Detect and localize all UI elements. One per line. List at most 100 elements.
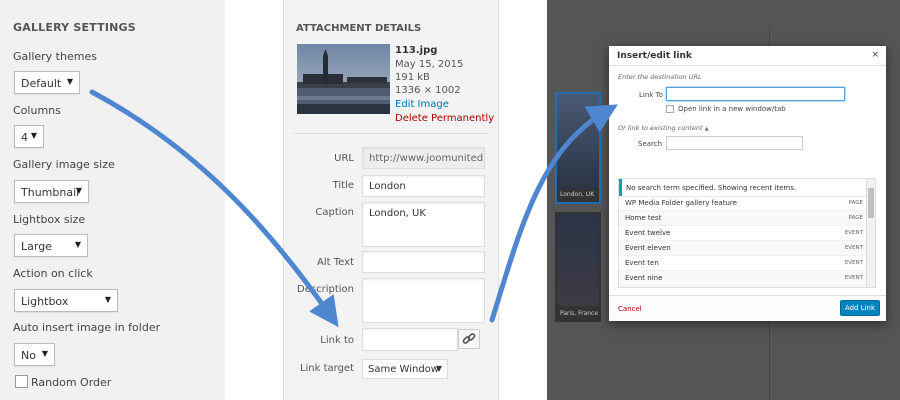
search-input[interactable] (666, 136, 803, 150)
gallery-image-size-label: Gallery image size (13, 158, 115, 171)
dropdown-arrow-icon: ▼ (74, 240, 81, 249)
list-item[interactable]: WP Media Folder gallery feature PAGE (619, 196, 867, 211)
attachment-details-title: ATTACHMENT DETAILS (296, 23, 422, 34)
list-item[interactable]: Event nine EVENT (619, 271, 867, 286)
item-type: EVENT (844, 275, 863, 281)
new-tab-checkbox[interactable] (666, 105, 674, 113)
link-to-label: Link to (320, 335, 354, 346)
auto-insert-label: Auto insert image in folder (13, 321, 161, 334)
item-type: EVENT (844, 230, 863, 236)
gallery-themes-select[interactable]: Default ▼ (14, 71, 80, 94)
london-thumbnail-image (297, 44, 390, 114)
link-url-input[interactable] (666, 87, 845, 101)
gallery-image-size-select[interactable]: Thumbnail ▼ (14, 180, 89, 203)
insert-link-screen: London, UK Paris, France Insert/edit lin… (547, 0, 900, 400)
title-label: Title (332, 180, 354, 191)
london-image (557, 94, 599, 189)
london-caption: London, UK (560, 191, 595, 198)
cancel-link[interactable]: Cancel (618, 305, 642, 313)
attachment-date: May 15, 2015 (395, 59, 464, 70)
insert-link-dialog: Insert/edit link × Enter the destination… (609, 46, 886, 321)
url-label: URL (334, 153, 354, 164)
auto-insert-select[interactable]: No ▼ (14, 343, 55, 366)
divider (294, 133, 489, 134)
action-on-click-value: Lightbox (21, 295, 69, 308)
dropdown-arrow-icon: ▼ (435, 364, 442, 373)
existing-content-label: Or link to existing content (618, 124, 703, 132)
columns-label: Columns (13, 104, 61, 117)
recent-items-list: No search term specified. Showing recent… (618, 178, 876, 288)
link-target-value: Same Window (368, 364, 439, 375)
attachment-details-panel: ATTACHMENT DETAILS 113.jpg May 15, 2015 … (283, 0, 499, 400)
attachment-filename: 113.jpg (395, 45, 438, 56)
attachment-dimensions: 1336 × 1002 (395, 85, 461, 96)
lightbox-size-value: Large (21, 240, 52, 253)
scrollbar-thumb[interactable] (868, 188, 874, 218)
edit-image-link[interactable]: Edit Image (395, 99, 449, 110)
gallery-themes-value: Default (21, 77, 62, 90)
item-title: WP Media Folder gallery feature (625, 199, 737, 207)
search-label: Search (638, 140, 663, 148)
list-item[interactable]: Event eleven EVENT (619, 241, 867, 256)
url-field[interactable]: http://www.joomunited.cc (362, 147, 485, 169)
link-target-label: Link target (299, 363, 354, 374)
item-title: Event nine (625, 274, 663, 282)
item-title: Event ten (625, 259, 659, 267)
description-field[interactable] (362, 278, 485, 323)
action-on-click-select[interactable]: Lightbox ▼ (14, 289, 118, 312)
gallery-settings-panel: GALLERY SETTINGS Gallery themes Default … (0, 0, 225, 400)
existing-content-toggle[interactable]: Or link to existing content ▲ (618, 124, 709, 132)
dialog-footer: Cancel Add Link (609, 295, 886, 321)
auto-insert-value: No (21, 349, 36, 362)
item-type: EVENT (844, 245, 863, 251)
paris-caption: Paris, France (560, 310, 599, 317)
paris-image (557, 214, 599, 306)
dropdown-arrow-icon: ▼ (30, 131, 37, 140)
chain-link-icon (462, 333, 476, 344)
action-on-click-label: Action on click (13, 267, 93, 280)
list-item[interactable]: Event twelve EVENT (619, 226, 867, 241)
dropdown-arrow-icon: ▼ (75, 186, 82, 195)
item-type: EVENT (844, 260, 863, 266)
item-title: Home test (625, 214, 662, 222)
add-link-button[interactable]: Add Link (840, 300, 880, 316)
columns-value: 4 (21, 131, 28, 144)
list-item[interactable]: Home test PAGE (619, 211, 867, 226)
attachment-size: 191 kB (395, 72, 430, 83)
link-to-label: Link To (639, 91, 663, 99)
selected-media-tile[interactable]: London, UK (555, 92, 601, 204)
item-title: Event twelve (625, 229, 671, 237)
dropdown-arrow-icon: ▼ (41, 349, 48, 358)
no-search-notice: No search term specified. Showing recent… (619, 179, 867, 196)
link-to-field[interactable] (362, 328, 458, 351)
dropdown-arrow-icon: ▼ (66, 77, 73, 86)
attachment-thumbnail[interactable] (297, 44, 390, 114)
caption-field[interactable]: London, UK (362, 202, 485, 247)
close-icon[interactable]: × (871, 50, 879, 60)
delete-permanently-link[interactable]: Delete Permanently (395, 113, 494, 124)
dialog-title: Insert/edit link (617, 51, 692, 61)
item-type: PAGE (848, 200, 863, 206)
new-tab-label: Open link in a new window/tab (678, 105, 786, 113)
gallery-themes-label: Gallery themes (13, 50, 97, 63)
title-field[interactable]: London (362, 175, 485, 197)
alt-text-field[interactable] (362, 251, 485, 273)
lightbox-size-label: Lightbox size (13, 213, 86, 226)
enter-url-hint: Enter the destination URL (618, 73, 702, 81)
caret-up-icon: ▲ (704, 126, 709, 132)
item-type: PAGE (848, 215, 863, 221)
gallery-settings-title: GALLERY SETTINGS (13, 21, 136, 34)
gallery-image-size-value: Thumbnail (21, 186, 80, 199)
insert-link-button[interactable] (458, 329, 480, 349)
random-order-checkbox[interactable] (15, 375, 28, 388)
description-label: Description (297, 284, 354, 295)
alt-text-label: Alt Text (317, 257, 354, 268)
columns-select[interactable]: 4 ▼ (14, 125, 44, 148)
lightbox-size-select[interactable]: Large ▼ (14, 234, 88, 257)
list-item[interactable]: Event ten EVENT (619, 256, 867, 271)
list-scrollbar[interactable] (866, 179, 875, 287)
media-tile[interactable]: Paris, France (555, 212, 601, 322)
link-target-select[interactable]: Same Window ▼ (362, 359, 448, 379)
random-order-label: Random Order (31, 376, 112, 389)
caption-label: Caption (315, 207, 354, 218)
